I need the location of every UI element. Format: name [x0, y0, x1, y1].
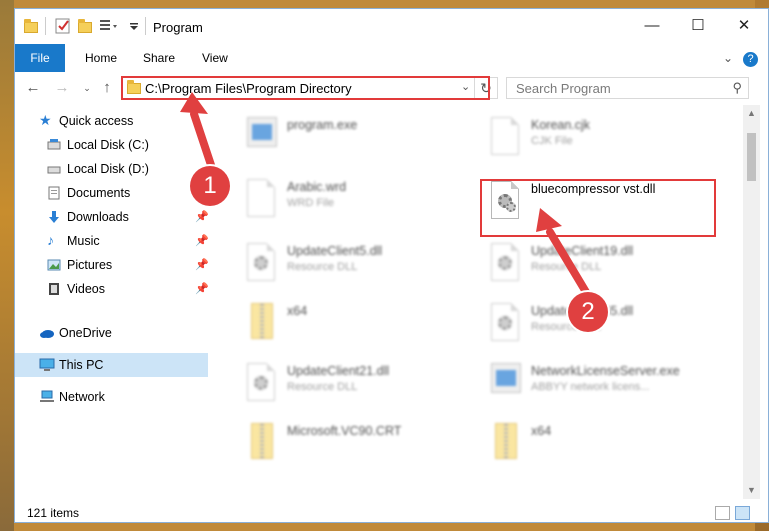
file-item[interactable]: Korean.cjk CJK File: [483, 115, 723, 165]
minimize-button[interactable]: —: [629, 9, 675, 41]
file-item[interactable]: UpdateClient19.dll Resource DLL: [483, 241, 723, 291]
properties-icon[interactable]: [55, 18, 71, 34]
dropdown-arrow-icon[interactable]: [128, 18, 144, 34]
exe-icon: [247, 117, 279, 157]
drive-icon: [47, 138, 61, 152]
new-folder-icon[interactable]: [78, 18, 94, 34]
ribbon-tabs: File Home Share View ⌄ ?: [15, 44, 768, 94]
tab-share[interactable]: Share: [143, 44, 175, 72]
dll-highlight-box: [480, 179, 716, 237]
exe-icon: [491, 363, 523, 403]
details-view-icon[interactable]: [715, 506, 730, 520]
forward-button[interactable]: →: [52, 78, 72, 98]
pictures-icon: [47, 258, 61, 272]
search-icon: ⚲: [732, 80, 742, 95]
navigation-pane: ★ Quick access Local Disk (C:) Local Dis…: [15, 105, 210, 503]
maximize-button[interactable]: ☐: [675, 9, 721, 41]
search-placeholder: Search Program: [516, 81, 611, 96]
desktop-background-left: [0, 0, 14, 531]
pin-icon[interactable]: 📌: [195, 210, 209, 223]
help-icon[interactable]: ?: [743, 44, 758, 72]
callout-badge-2: 2: [568, 292, 608, 332]
sidebar-item-pictures[interactable]: Pictures 📌: [15, 253, 209, 277]
sidebar-item-videos[interactable]: Videos 📌: [15, 277, 209, 301]
scrollbar-thumb[interactable]: [747, 133, 756, 181]
videos-icon: [47, 282, 61, 296]
document-icon: [247, 179, 279, 219]
sidebar-item-network[interactable]: Network: [15, 385, 208, 409]
music-icon: ♪: [47, 232, 54, 248]
file-item[interactable]: x64: [239, 301, 479, 351]
address-highlight-box: [121, 76, 490, 100]
divider: [145, 17, 146, 35]
pin-icon[interactable]: 📌: [195, 234, 209, 247]
download-icon: [47, 210, 61, 224]
window-title: Program: [153, 20, 203, 35]
address-row: ← → ⌄ ↑ C:\Program Files\Program Directo…: [15, 72, 768, 104]
tab-home[interactable]: Home: [85, 44, 117, 72]
cloud-icon: [39, 326, 54, 340]
sidebar-item-documents[interactable]: Documents: [15, 181, 208, 205]
item-count: 121 items: [27, 506, 80, 520]
zip-folder-icon: [247, 303, 279, 343]
sidebar-item-local-disk-d[interactable]: Local Disk (D:): [15, 157, 208, 181]
close-button[interactable]: ✕: [721, 9, 767, 41]
file-item[interactable]: UpdateClient5.dll Resource DLL: [239, 241, 479, 291]
expand-ribbon-icon[interactable]: ⌄: [723, 44, 733, 72]
search-input[interactable]: Search Program ⚲: [506, 77, 749, 99]
folder-icon: [24, 18, 40, 34]
documents-icon: [47, 186, 61, 200]
scroll-down-arrow[interactable]: ▼: [743, 482, 760, 499]
computer-icon: [39, 358, 55, 372]
sidebar-item-this-pc[interactable]: This PC: [15, 353, 208, 377]
sidebar-item-onedrive[interactable]: OneDrive: [15, 321, 208, 345]
status-bar: 121 items: [15, 503, 768, 522]
file-item[interactable]: x64: [483, 421, 723, 471]
zip-folder-icon: [491, 423, 523, 463]
file-list: program.exe Korean.cjk CJK File Arabic.w…: [211, 105, 741, 503]
file-item[interactable]: Microsoft.VC90.CRT: [239, 421, 479, 471]
pin-icon[interactable]: 📌: [195, 282, 209, 295]
dll-gear-icon: [491, 303, 523, 343]
dll-gear-icon: [247, 363, 279, 403]
sidebar-item-downloads[interactable]: Downloads 📌: [15, 205, 209, 229]
callout-badge-1: 1: [190, 166, 230, 206]
network-icon: [39, 390, 54, 404]
title-bar: Program — ☐ ✕: [15, 9, 768, 44]
explorer-window: Program — ☐ ✕ File Home Share View ⌄ ? ←…: [14, 8, 769, 523]
dll-gear-icon: [247, 243, 279, 283]
customize-icon[interactable]: [99, 18, 125, 34]
scroll-up-arrow[interactable]: ▲: [743, 105, 760, 122]
dll-gear-icon: [491, 243, 523, 283]
star-icon: ★: [39, 112, 52, 128]
pin-icon[interactable]: 📌: [195, 258, 209, 271]
sidebar-item-music[interactable]: ♪ Music 📌: [15, 229, 209, 253]
sidebar-item-local-disk-c[interactable]: Local Disk (C:): [15, 133, 208, 157]
file-item[interactable]: program.exe: [239, 115, 479, 165]
file-item[interactable]: Arabic.wrd WRD File: [239, 177, 479, 227]
document-icon: [491, 117, 523, 157]
recent-locations-button[interactable]: ⌄: [77, 78, 97, 98]
zip-folder-icon: [247, 423, 279, 463]
file-item[interactable]: NetworkLicenseServer.exe ABBYY network l…: [483, 361, 723, 411]
file-item[interactable]: UpdateClient21.dll Resource DLL: [239, 361, 479, 411]
divider: [45, 17, 46, 35]
vertical-scrollbar[interactable]: ▲ ▼: [743, 105, 760, 499]
up-button[interactable]: ↑: [97, 78, 117, 98]
drive-icon: [47, 162, 61, 176]
sidebar-item-quick-access[interactable]: ★ Quick access: [15, 109, 208, 133]
tab-view[interactable]: View: [202, 44, 228, 72]
back-button[interactable]: ←: [23, 78, 43, 98]
large-icons-view-icon[interactable]: [735, 506, 750, 520]
